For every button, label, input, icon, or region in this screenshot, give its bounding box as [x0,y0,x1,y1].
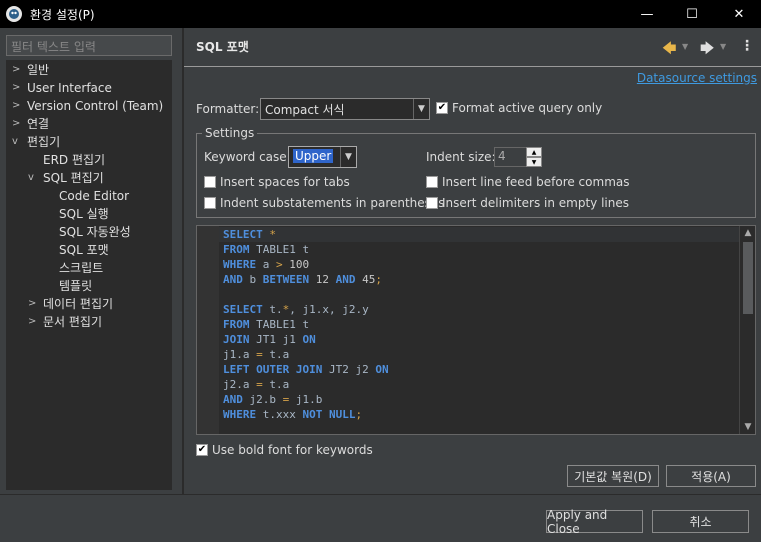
header-divider [184,66,761,67]
insert-spaces-checkbox[interactable] [204,176,216,188]
formatter-value: Compact 서식 [265,103,345,117]
indent-size-spinner[interactable]: ▲ ▼ [526,147,542,167]
collapse-icon[interactable]: v [12,136,18,147]
insert-delimiters-label: Insert delimiters in empty lines [442,196,629,210]
code-line: WHERE t.xxx NOT NULL; [223,408,363,421]
maximize-button[interactable]: ☐ [670,0,714,28]
tree-item-data-editor[interactable]: 데이터 편집기 [43,295,113,313]
indent-substatements-checkbox[interactable] [204,197,216,209]
expand-icon[interactable]: > [28,298,36,309]
back-arrow-icon[interactable]: 🡄 [662,38,676,62]
indent-size-label: Indent size: [426,150,496,164]
title-bar: 환경 설정(P) — ☐ ✕ [0,0,761,28]
preferences-tree[interactable]: > 일반 > User Interface > Version Control … [6,60,172,490]
code-line: j1.a = t.a [223,348,290,361]
current-line-highlight [219,227,739,242]
bold-font-checkbox[interactable]: ✔ [196,444,208,456]
page-title: SQL 포맷 [196,40,249,54]
expand-icon[interactable]: > [28,316,36,327]
chevron-down-icon: ▼ [413,99,429,119]
chevron-down-icon[interactable]: ▼ [720,42,726,51]
keyword-case-select[interactable]: Upper ▼ [288,146,357,168]
indent-substatements-label: Indent substatements in parentheses [220,196,445,210]
tree-item-erd-editor[interactable]: ERD 편집기 [43,151,105,169]
insert-linefeed-checkbox[interactable] [426,176,438,188]
code-line: JOIN JT1 j1 ON [223,333,316,346]
preferences-sidebar: 필터 텍스트 입력 > 일반 > User Interface > Versio… [0,28,182,494]
insert-spaces-label: Insert spaces for tabs [220,175,350,189]
code-line: SELECT t.*, j1.x, j2.y [223,303,369,316]
close-button[interactable]: ✕ [717,0,761,28]
editor-gutter [197,226,219,434]
window-title: 환경 설정(P) [30,7,95,22]
expand-icon[interactable]: > [12,118,20,129]
tree-item-general[interactable]: 일반 [27,61,49,79]
forward-arrow-icon[interactable]: 🡆 [700,38,714,62]
spin-up-icon[interactable]: ▲ [526,147,542,157]
chevron-down-icon: ▼ [340,147,356,167]
chevron-down-icon[interactable]: ▼ [682,42,688,51]
code-line: AND j2.b = j1.b [223,393,323,406]
tree-item-sql-completion[interactable]: SQL 자동완성 [59,223,131,241]
apply-and-close-button[interactable]: Apply and Close [546,508,643,536]
collapse-icon[interactable]: v [28,172,34,183]
datasource-settings-link[interactable]: Datasource settings [637,71,757,85]
tree-item-sql-editor[interactable]: SQL 편집기 [43,169,104,187]
close-icon: ✕ [733,6,745,22]
maximize-icon: ☐ [686,6,698,22]
tree-item-templates[interactable]: 템플릿 [59,277,92,295]
tree-item-sql-execute[interactable]: SQL 실행 [59,205,109,223]
cancel-button[interactable]: 취소 [652,510,749,533]
scroll-down-icon[interactable]: ▼ [740,420,755,434]
sql-preview[interactable]: SELECT * FROM TABLE1 t WHERE a > 100 AND… [196,225,756,435]
insert-linefeed-label: Insert line feed before commas [442,175,630,189]
preference-page: SQL 포맷 🡄 ▼ 🡆 ▼ ⋮ Datasource settings For… [184,28,761,494]
code-line: AND b BETWEEN 12 AND 45; [223,273,382,286]
tree-item-editors[interactable]: 편집기 [27,133,60,151]
code-line: SELECT * [223,228,276,241]
spin-down-icon[interactable]: ▼ [526,157,542,167]
formatter-label: Formatter: [196,102,260,116]
apply-button[interactable]: 적용(A) [666,465,756,487]
code-line: FROM TABLE1 t [223,318,310,331]
dialog-footer: Apply and Close 취소 [0,494,761,542]
more-menu-icon[interactable]: ⋮ [740,38,754,54]
expand-icon[interactable]: > [12,82,20,93]
format-active-label: Format active query only [452,101,603,115]
tree-item-sql-format[interactable]: SQL 포맷 [59,241,109,259]
filter-input[interactable]: 필터 텍스트 입력 [6,35,172,56]
tree-item-user-interface[interactable]: User Interface [27,79,112,97]
code-line: WHERE a > 100 [223,258,310,271]
vertical-scrollbar[interactable]: ▲ ▼ [739,226,755,434]
tree-item-code-editor[interactable]: Code Editor [59,187,129,205]
formatter-select[interactable]: Compact 서식 ▼ [260,98,430,120]
code-line: FROM TABLE1 t [223,243,310,256]
code-line: LEFT OUTER JOIN JT2 j2 ON [223,363,389,376]
tree-item-scripts[interactable]: 스크립트 [59,259,103,277]
app-logo-icon [6,6,22,22]
bold-font-label: Use bold font for keywords [212,443,373,457]
restore-defaults-button[interactable]: 기본값 복원(D) [567,465,659,487]
expand-icon[interactable]: > [12,100,20,111]
keyword-case-value: Upper [293,149,334,163]
scroll-up-icon[interactable]: ▲ [740,226,755,240]
tree-item-version-control[interactable]: Version Control (Team) [27,97,163,115]
expand-icon[interactable]: > [12,64,20,75]
keyword-case-label: Keyword case: [204,150,291,164]
insert-delimiters-checkbox[interactable] [426,197,438,209]
tree-item-doc-editor[interactable]: 문서 편집기 [43,313,102,331]
tree-item-connections[interactable]: 연결 [27,115,49,133]
minimize-icon: — [640,6,654,22]
minimize-button[interactable]: — [625,0,669,28]
format-active-checkbox[interactable]: ✔ [436,102,448,114]
settings-title: Settings [202,126,258,140]
code-line: j2.a = t.a [223,378,290,391]
scroll-thumb[interactable] [743,242,753,314]
